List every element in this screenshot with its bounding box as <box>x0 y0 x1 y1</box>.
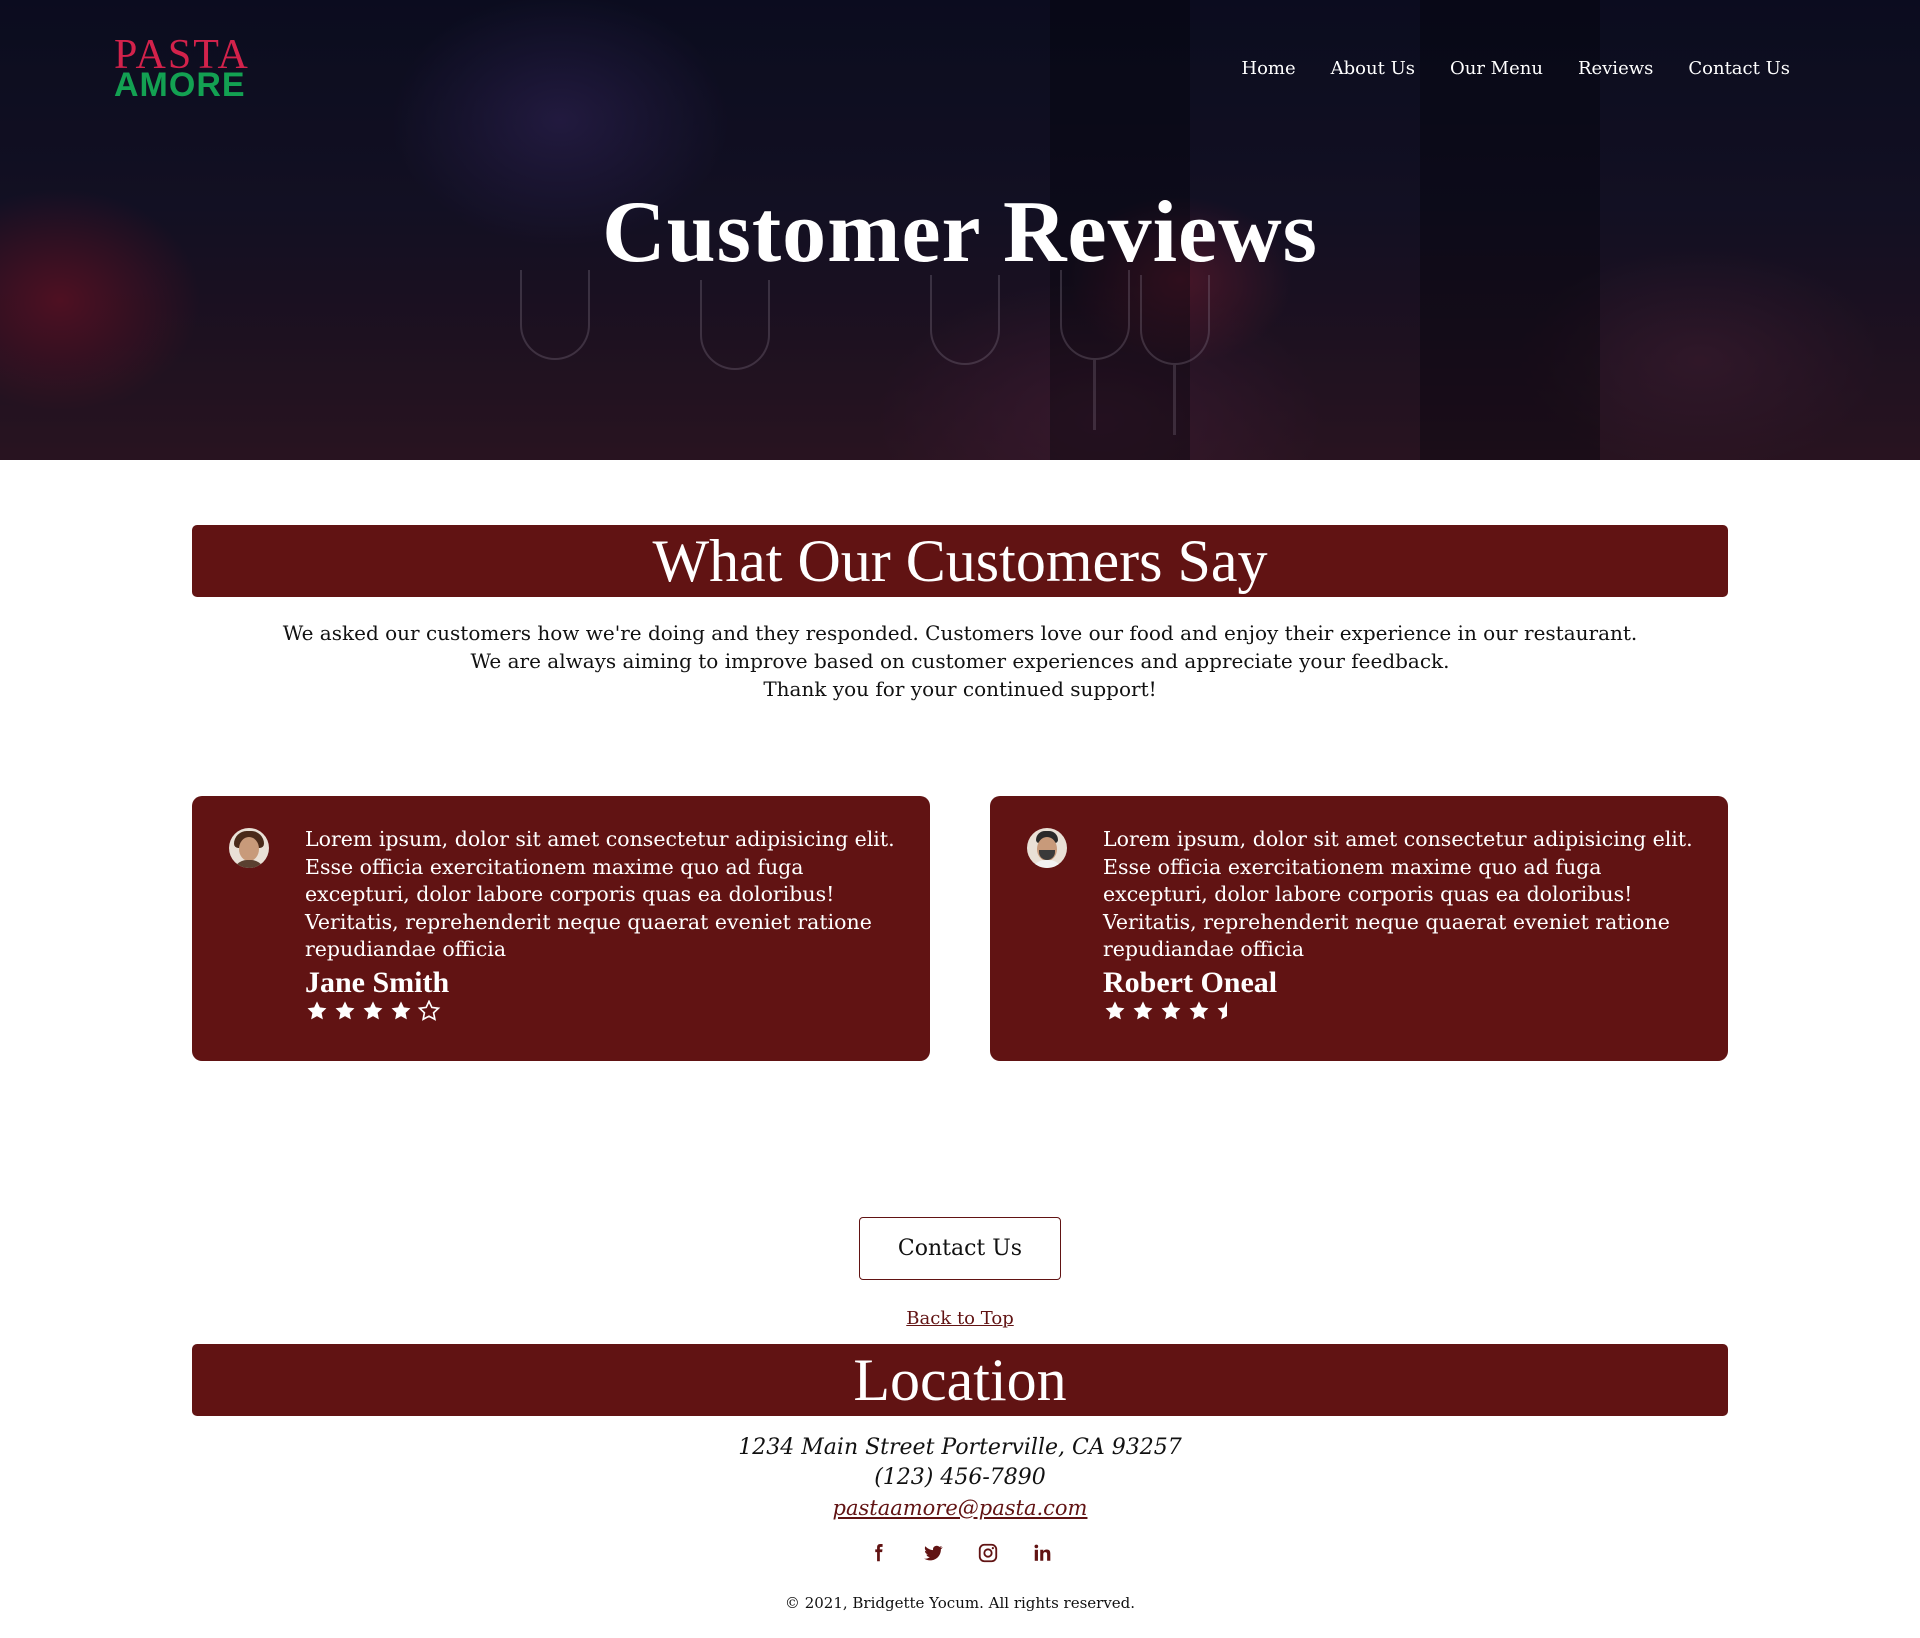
contact-us-button[interactable]: Contact Us <box>859 1217 1061 1280</box>
star-full-icon <box>1105 1001 1125 1020</box>
reviewer-name: Robert Oneal <box>1103 966 1278 999</box>
back-to-top-link[interactable]: Back to Top <box>0 1308 1920 1329</box>
intro-line: Thank you for your continued support! <box>763 677 1157 701</box>
star-full-icon <box>391 1001 411 1020</box>
star-empty-icon <box>417 1000 441 1021</box>
star-full-icon <box>1161 1001 1181 1020</box>
nav-our-menu[interactable]: Our Menu <box>1450 58 1543 79</box>
avatar <box>1027 828 1067 868</box>
reviews-intro: We asked our customers how we're doing a… <box>192 619 1728 703</box>
main-nav: Home About Us Our Menu Reviews Contact U… <box>1241 58 1790 79</box>
star-half-icon <box>1217 1001 1227 1020</box>
nav-reviews[interactable]: Reviews <box>1578 58 1653 79</box>
nav-about-us[interactable]: About Us <box>1331 58 1415 79</box>
star-full-icon <box>363 1001 383 1020</box>
star-full-icon <box>335 1001 355 1020</box>
star-full-icon <box>1133 1001 1153 1020</box>
pasta-amore-logo[interactable]: PASTA AMORE <box>114 34 310 104</box>
avatar-shirt <box>233 860 265 868</box>
instagram-icon[interactable] <box>977 1542 999 1564</box>
reviewer-name: Jane Smith <box>305 966 450 999</box>
facebook-icon[interactable] <box>867 1542 889 1564</box>
review-text: Lorem ipsum, dolor sit amet consectetur … <box>1103 827 1693 961</box>
avatar-shirt <box>1031 860 1063 868</box>
address-text: 1234 Main Street Porterville, CA 93257 <box>738 1435 1182 1460</box>
twitter-icon[interactable] <box>922 1542 944 1564</box>
review-card: Lorem ipsum, dolor sit amet consectetur … <box>192 796 930 1061</box>
phone-text: (123) 456-7890 <box>874 1465 1046 1490</box>
social-links <box>0 1542 1920 1564</box>
star-full-icon <box>307 1001 327 1020</box>
linkedin-icon[interactable] <box>1032 1542 1054 1564</box>
section-heading-reviews: What Our Customers Say <box>192 525 1728 597</box>
page-title: Customer Reviews <box>602 184 1318 281</box>
star-full-icon <box>1189 1001 1209 1020</box>
review-text: Lorem ipsum, dolor sit amet consectetur … <box>305 827 895 961</box>
nav-contact-us[interactable]: Contact Us <box>1688 58 1790 79</box>
hero-banner: PASTA AMORE Home About Us Our Menu Revie… <box>0 0 1920 460</box>
star-rating <box>305 1000 441 1022</box>
star-rating <box>1103 1000 1239 1022</box>
intro-line: We asked our customers how we're doing a… <box>282 621 1638 645</box>
avatar <box>229 828 269 868</box>
nav-home[interactable]: Home <box>1241 58 1295 79</box>
section-heading-location: Location <box>192 1344 1728 1416</box>
review-card: Lorem ipsum, dolor sit amet consectetur … <box>990 796 1728 1061</box>
copyright-text: © 2021, Bridgette Yocum. All rights rese… <box>784 1594 1136 1612</box>
logo-text-bottom: AMORE <box>114 66 246 104</box>
intro-line: We are always aiming to improve based on… <box>470 649 1450 673</box>
avatar-face <box>239 837 259 861</box>
email-link[interactable]: pastaamore@pasta.com <box>0 1493 1920 1523</box>
